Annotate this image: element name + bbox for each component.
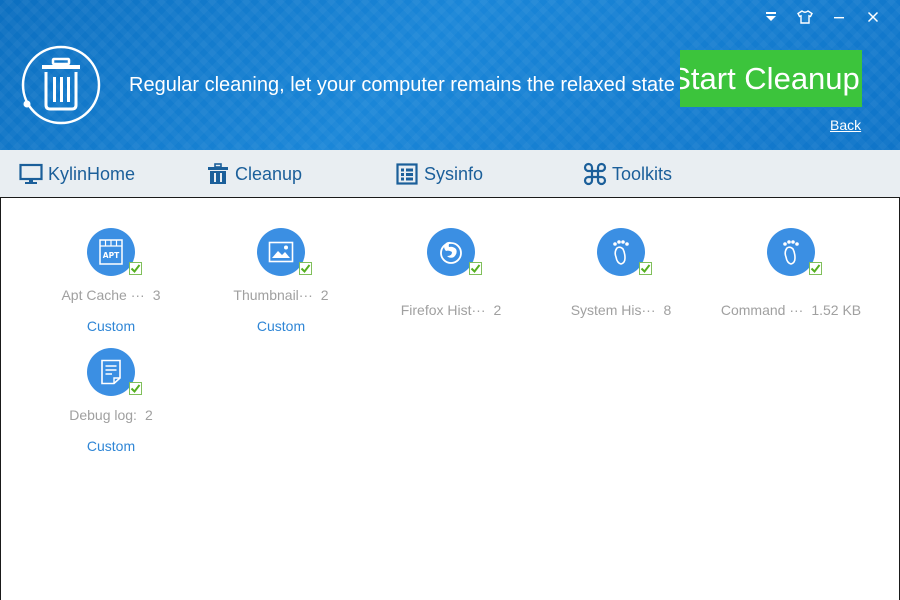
nav-item-sysinfo[interactable]: Sysinfo <box>395 162 483 186</box>
menu-dropdown-icon[interactable] <box>754 6 788 28</box>
main-nav: KylinHome Cleanup Sysinfo Toolkits <box>0 150 900 198</box>
checkbox-firefox-history[interactable] <box>469 262 482 275</box>
document-icon <box>87 348 135 396</box>
nav-label-toolkits: Toolkits <box>612 163 673 184</box>
nav-label-cleanup: Cleanup <box>235 163 303 184</box>
custom-link-apt-cache[interactable]: Custom <box>26 318 196 334</box>
back-link[interactable]: Back <box>830 117 861 133</box>
item-label: Apt Cache ··· 3 <box>61 287 161 303</box>
cleanup-item-firefox-history: Firefox Hist··· 2 <box>366 228 536 318</box>
image-icon <box>257 228 305 276</box>
apt-icon: APT <box>87 228 135 276</box>
window-controls <box>754 6 890 28</box>
checkbox-system-history[interactable] <box>639 262 652 275</box>
footprint-icon <box>767 228 815 276</box>
sysinfo-icon <box>395 162 419 186</box>
cleanup-item-command-history: Command ··· 1.52 KB <box>706 228 876 318</box>
trash-icon <box>206 162 230 186</box>
checkbox-debug-log[interactable] <box>129 382 142 395</box>
skin-shirt-icon[interactable] <box>788 6 822 28</box>
item-label: Debug log: 2 <box>69 407 153 423</box>
command-icon <box>583 162 607 186</box>
svg-text:APT: APT <box>103 251 120 260</box>
checkbox-command-history[interactable] <box>809 262 822 275</box>
checkbox-thumbnail[interactable] <box>299 262 312 275</box>
cleanup-item-apt-cache: APT Apt Cache ··· 3 Custom <box>26 228 196 334</box>
close-icon[interactable] <box>856 6 890 28</box>
custom-link-thumbnail[interactable]: Custom <box>196 318 366 334</box>
cleanup-item-system-history: System His··· 8 <box>536 228 706 318</box>
nav-item-cleanup[interactable]: Cleanup <box>206 162 302 186</box>
item-label: Firefox Hist··· 2 <box>400 302 502 318</box>
footprint-icon <box>597 228 645 276</box>
item-label: Command ··· 1.52 KB <box>720 302 862 318</box>
custom-link-debug-log[interactable]: Custom <box>26 438 196 454</box>
firefox-icon <box>427 228 475 276</box>
monitor-icon <box>19 162 43 186</box>
nav-label-sysinfo: Sysinfo <box>424 163 484 184</box>
item-label: System His··· 8 <box>570 302 672 318</box>
item-label: Thumbnail··· 2 <box>233 287 329 303</box>
cleanup-item-debug-log: Debug log: 2 Custom <box>26 348 196 454</box>
header-slogan: Regular cleaning, let your computer rema… <box>129 74 675 96</box>
start-cleanup-label: Start Cleanup <box>680 60 860 96</box>
start-cleanup-button[interactable]: Start Cleanup <box>680 50 862 107</box>
cleanup-content: APT Apt Cache ··· 3 Custom Thumbnail··· 2 … <box>0 198 900 600</box>
trash-logo-icon <box>20 44 102 126</box>
header-banner: Regular cleaning, let your computer rema… <box>0 0 900 150</box>
nav-item-kylinhome[interactable]: KylinHome <box>19 162 135 186</box>
checkbox-apt-cache[interactable] <box>129 262 142 275</box>
cleanup-item-thumbnail: Thumbnail··· 2 Custom <box>196 228 366 334</box>
nav-item-toolkits[interactable]: Toolkits <box>583 162 672 186</box>
minimize-icon[interactable] <box>822 6 856 28</box>
nav-label-kylinhome: KylinHome <box>48 163 136 184</box>
